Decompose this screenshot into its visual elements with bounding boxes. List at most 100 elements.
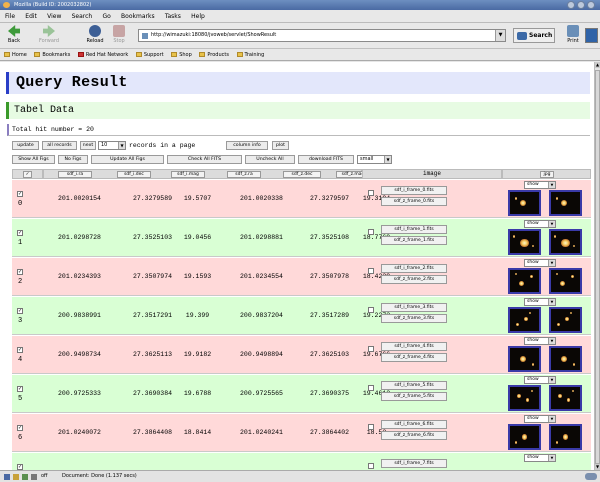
fits-checkbox[interactable] xyxy=(368,385,374,391)
print-button[interactable]: Print xyxy=(562,25,584,47)
column-info-button[interactable]: column info xyxy=(226,141,268,150)
show-select[interactable]: show ▼ xyxy=(524,337,556,345)
fits-checkbox[interactable] xyxy=(368,229,374,235)
update-all-figs-button[interactable]: Update All Figs xyxy=(91,155,164,164)
url-dropdown-icon[interactable]: ▼ xyxy=(495,30,505,41)
plot-button[interactable]: plot xyxy=(272,141,289,150)
fits-checkbox[interactable] xyxy=(368,346,374,352)
show-select[interactable]: show ▼ xyxy=(524,298,556,306)
fits-z-button[interactable]: sdf_z_frame_4.fits xyxy=(381,353,447,362)
search-button[interactable]: Search xyxy=(513,28,555,43)
thumbnail-i-image[interactable] xyxy=(508,190,541,216)
menu-tasks[interactable]: Tasks xyxy=(165,10,181,23)
bookmark-home[interactable]: Home xyxy=(4,49,27,61)
reload-button[interactable]: Reload xyxy=(84,25,106,47)
row-checkbox[interactable]: ✓ xyxy=(17,425,23,431)
size-select[interactable]: small ▼ xyxy=(357,155,392,164)
uncheck-all-button[interactable]: Uncheck All xyxy=(245,155,295,164)
bookmark-support[interactable]: Support xyxy=(135,49,164,61)
column-header-sdf-z-dec[interactable]: sdf_z.dec xyxy=(283,171,321,178)
thumbnail-z-image[interactable] xyxy=(549,268,582,294)
menu-bookmarks[interactable]: Bookmarks xyxy=(121,10,155,23)
thumbnail-z-image[interactable] xyxy=(549,307,582,333)
fits-z-button[interactable]: sdf_z_frame_2.fits xyxy=(381,275,447,284)
fits-z-button[interactable]: sdf_z_frame_3.fits xyxy=(381,314,447,323)
bookmark-bookmarks[interactable]: Bookmarks xyxy=(34,49,70,61)
show-select[interactable]: show ▼ xyxy=(524,220,556,228)
download-fits-button[interactable]: download FITS xyxy=(298,155,354,164)
thumbnail-i-image[interactable] xyxy=(508,307,541,333)
menu-file[interactable]: File xyxy=(5,10,15,23)
thumbnail-i-image[interactable] xyxy=(508,229,541,255)
row-checkbox[interactable]: ✓ xyxy=(17,230,23,236)
thumbnail-z-image[interactable] xyxy=(549,424,582,450)
fits-i-button[interactable]: sdf_i_frame_7.fits xyxy=(381,459,447,468)
fits-checkbox[interactable] xyxy=(368,463,374,469)
addressbook-icon[interactable] xyxy=(31,474,37,480)
minimize-icon[interactable] xyxy=(567,1,575,9)
thumbnail-i-image[interactable] xyxy=(508,268,541,294)
composer-icon[interactable] xyxy=(22,474,28,480)
jpg-column-header[interactable]: jpg xyxy=(540,171,554,178)
thumbnail-z-image[interactable] xyxy=(549,385,582,411)
fits-checkbox[interactable] xyxy=(368,424,374,430)
fits-z-button[interactable]: sdf_z_frame_0.fits xyxy=(381,197,447,206)
column-header-sdf-i-mag[interactable]: sdf_i.mag xyxy=(171,171,205,178)
fits-i-button[interactable]: sdf_i_frame_0.fits xyxy=(381,186,447,195)
column-header-sdf-i-dec[interactable]: sdf_i.dec xyxy=(117,171,151,178)
vertical-scrollbar[interactable]: ▲ ▼ xyxy=(594,62,600,470)
row-checkbox[interactable]: ✓ xyxy=(17,347,23,353)
thumbnail-i-image[interactable] xyxy=(508,424,541,450)
select-all-checkbox[interactable]: ✓ xyxy=(23,171,32,178)
throbber-icon[interactable] xyxy=(585,28,598,43)
bookmark-products[interactable]: Products xyxy=(199,49,229,61)
show-select[interactable]: show ▼ xyxy=(524,415,556,423)
fits-z-button[interactable]: sdf_z_frame_5.fits xyxy=(381,392,447,401)
fits-checkbox[interactable] xyxy=(368,190,374,196)
show-select[interactable]: show ▼ xyxy=(524,376,556,384)
scroll-up-icon[interactable]: ▲ xyxy=(595,62,600,68)
scroll-thumb[interactable] xyxy=(595,70,600,464)
url-bar[interactable]: http://wimazuki:18080/jvoweb/servlet/Sho… xyxy=(138,29,506,42)
fits-checkbox[interactable] xyxy=(368,307,374,313)
thumbnail-z-image[interactable] xyxy=(549,229,582,255)
column-header-sdf-i-ra[interactable]: sdf_i.ra xyxy=(58,171,92,178)
check-all-fits-button[interactable]: Check All FITS xyxy=(167,155,242,164)
update-button[interactable]: update xyxy=(12,141,39,150)
fits-i-button[interactable]: sdf_i_frame_2.fits xyxy=(381,264,447,273)
fits-i-button[interactable]: sdf_i_frame_4.fits xyxy=(381,342,447,351)
fits-z-button[interactable]: sdf_z_frame_6.fits xyxy=(381,431,447,440)
menu-search[interactable]: Search xyxy=(72,10,93,23)
all-records-button[interactable]: all records xyxy=(42,141,77,150)
show-select[interactable]: show ▼ xyxy=(524,259,556,267)
row-checkbox[interactable]: ✓ xyxy=(17,308,23,314)
bookmark-shop[interactable]: Shop xyxy=(171,49,192,61)
thumbnail-i-image[interactable] xyxy=(508,385,541,411)
close-icon[interactable] xyxy=(587,1,595,9)
records-per-page-select[interactable]: 10 ▼ xyxy=(98,141,126,150)
next-button[interactable]: next xyxy=(80,141,96,150)
navigator-icon[interactable] xyxy=(4,474,10,480)
forward-button[interactable]: Forward xyxy=(38,25,60,47)
thumbnail-z-image[interactable] xyxy=(549,190,582,216)
mail-icon[interactable] xyxy=(13,474,19,480)
maximize-icon[interactable] xyxy=(577,1,585,9)
thumbnail-z-image[interactable] xyxy=(549,346,582,372)
show-select[interactable]: show ▼ xyxy=(524,454,556,462)
row-checkbox[interactable]: ✓ xyxy=(17,191,23,197)
bookmark-redhat[interactable]: Red Hat Network xyxy=(77,49,128,61)
bookmark-training[interactable]: Training xyxy=(236,49,264,61)
fits-i-button[interactable]: sdf_i_frame_6.fits xyxy=(381,420,447,429)
no-figs-button[interactable]: No Figs xyxy=(58,155,88,164)
fits-i-button[interactable]: sdf_i_frame_1.fits xyxy=(381,225,447,234)
show-all-figs-button[interactable]: Show All Figs xyxy=(12,155,55,164)
stop-button[interactable]: Stop xyxy=(108,25,130,47)
menu-go[interactable]: Go xyxy=(102,10,110,23)
thumbnail-i-image[interactable] xyxy=(508,346,541,372)
show-select[interactable]: show ▼ xyxy=(524,181,556,189)
row-checkbox[interactable]: ✓ xyxy=(17,269,23,275)
fits-checkbox[interactable] xyxy=(368,268,374,274)
fits-i-button[interactable]: sdf_i_frame_3.fits xyxy=(381,303,447,312)
fits-z-button[interactable]: sdf_z_frame_1.fits xyxy=(381,236,447,245)
menu-edit[interactable]: Edit xyxy=(25,10,37,23)
